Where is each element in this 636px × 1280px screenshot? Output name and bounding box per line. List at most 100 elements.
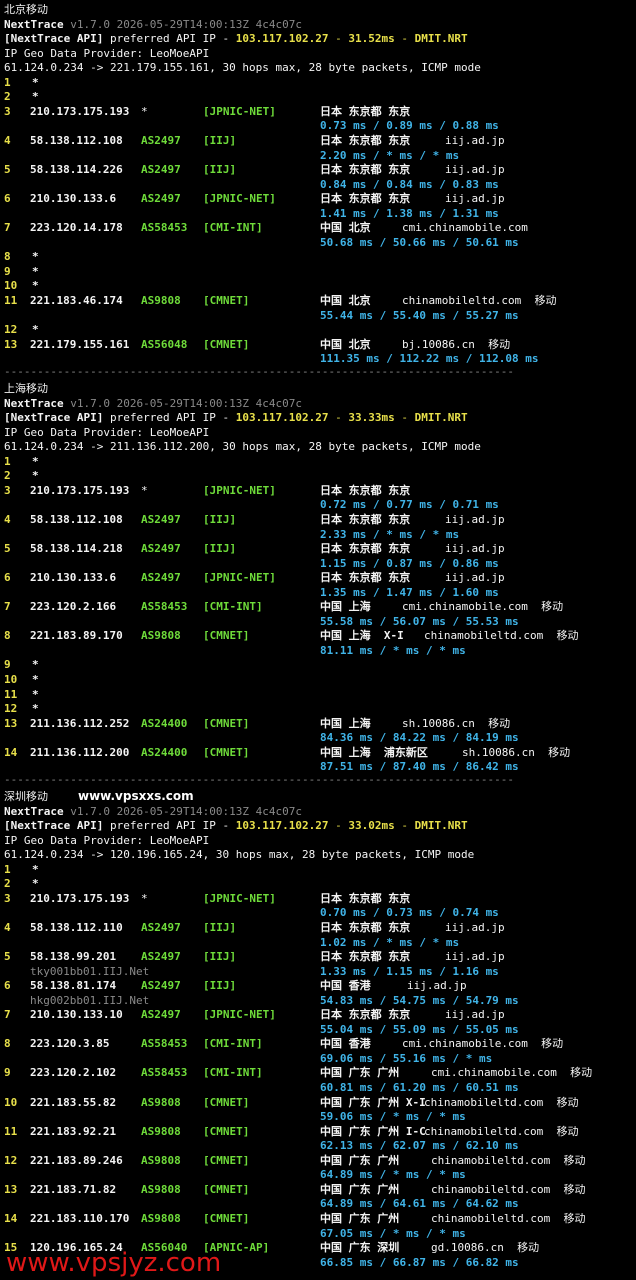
hop-ip: 223.120.3.85 <box>30 1037 110 1051</box>
hop-location: 日本 东京都 东京 <box>320 542 411 556</box>
hop-number: 7 <box>4 1008 11 1022</box>
hop-rtt: 69.06 ms / 55.16 ms / * ms <box>320 1051 493 1065</box>
api-sep: - <box>328 32 349 46</box>
hop-asn: AS2497 <box>141 571 181 585</box>
section-divider: ----------------------------------------… <box>4 773 514 787</box>
hop-timeout: * <box>32 264 39 278</box>
hop-network: [CMI-INT] <box>203 1037 263 1051</box>
api-prefix: [NextTrace API] <box>4 819 104 833</box>
api-line: [NextTrace API] preferred API IP - 103.1… <box>4 411 468 425</box>
hop-location: 日本 东京都 东京 <box>320 891 411 905</box>
hop-domain: sh.10086.cn 移动 <box>402 716 511 730</box>
hop-ip: 210.130.133.10 <box>30 1008 123 1022</box>
hop-number: 12 <box>4 323 18 337</box>
hop-location: 中国 广东 深圳 <box>320 1241 400 1255</box>
hop-location: 中国 广东 广州 <box>320 1211 400 1225</box>
hop-timeout: * <box>32 75 39 89</box>
hop-domain: cmi.chinamobile.com <box>402 221 528 235</box>
nexttrace-label: NextTrace <box>4 17 64 31</box>
api-prefix: [NextTrace API] <box>4 32 104 46</box>
hop-location: 日本 东京都 东京 <box>320 192 411 206</box>
hop-rtt: 2.20 ms / * ms / * ms <box>320 148 460 162</box>
geo-provider-line: IP Geo Data Provider: LeoMoeAPI <box>4 426 209 440</box>
hop-network: [IIJ] <box>203 950 237 964</box>
hop-rtt: 64.89 ms / 64.61 ms / 64.62 ms <box>320 1197 519 1211</box>
hop-asn: AS2497 <box>141 920 181 934</box>
hop-rtt: 84.36 ms / 84.22 ms / 84.19 ms <box>320 731 519 745</box>
geo-provider-line: IP Geo Data Provider: LeoMoeAPI <box>4 47 209 61</box>
divider-dashes: ----------------------------------------… <box>4 364 514 378</box>
hop-asn: AS58453 <box>141 1037 188 1051</box>
hop-asn: AS2497 <box>141 542 181 556</box>
hop-number: 1 <box>4 862 11 876</box>
version-line: NextTrace v1.7.0 2026-05-29T14:00:13Z 4c… <box>4 397 302 411</box>
hop-ip: 210.173.175.193 <box>30 483 130 497</box>
hop-timeout: * <box>32 323 39 337</box>
hop-ip: 221.183.89.246 <box>30 1153 123 1167</box>
hop-number: 10 <box>4 1095 18 1109</box>
hop-domain: chinamobileltd.com 移动 <box>431 1153 586 1167</box>
hop-ip: 221.183.89.170 <box>30 629 123 643</box>
hop-timeout: * <box>32 687 39 701</box>
hop-timeout: * <box>32 673 39 686</box>
api-ip: 103.117.102.27 <box>235 819 329 833</box>
hop-rtt: 55.04 ms / 55.09 ms / 55.05 ms <box>320 1022 519 1036</box>
hop-hostname: hkg002bb01.IIJ.Net <box>30 993 150 1007</box>
hop-network: [IIJ] <box>203 542 237 556</box>
api-latency: 33.02ms <box>348 819 395 833</box>
hop-network: [CMNET] <box>203 716 250 730</box>
api-sep: - <box>328 819 349 833</box>
hop-network: [JPNIC-NET] <box>203 891 276 905</box>
api-line: [NextTrace API] preferred API IP - 103.1… <box>4 32 468 46</box>
hop-hostname: tky001bb01.IIJ.Net <box>30 964 150 978</box>
hop-ip: 210.173.175.193 <box>30 891 130 905</box>
version-text: v1.7.0 2026-05-29T14:00:13Z 4c4c07c <box>63 804 303 818</box>
hop-number: 8 <box>4 629 11 643</box>
hop-network: [CMNET] <box>203 629 250 643</box>
hop-rtt: 59.06 ms / * ms / * ms <box>320 1110 466 1124</box>
hop-number: 12 <box>4 702 18 716</box>
section-title-text: 上海移动 <box>4 382 48 395</box>
hop-rtt: 1.15 ms / 0.87 ms / 0.86 ms <box>320 556 499 570</box>
hop-asn: AS2497 <box>141 163 181 177</box>
api-latency: 33.33ms <box>348 411 395 425</box>
command-line: 61.124.0.234 -> 211.136.112.200, 30 hops… <box>4 440 481 454</box>
version-text: v1.7.0 2026-05-29T14:00:13Z 4c4c07c <box>63 396 303 410</box>
hop-rtt: 62.13 ms / 62.07 ms / 62.10 ms <box>320 1139 519 1153</box>
hop-rtt: 0.72 ms / 0.77 ms / 0.71 ms <box>320 498 499 512</box>
hop-asn: AS56048 <box>141 337 188 351</box>
hop-domain: chinamobileltd.com 移动 <box>424 629 579 643</box>
hop-domain: chinamobileltd.com 移动 <box>431 1211 586 1225</box>
hop-rtt: 0.73 ms / 0.89 ms / 0.88 ms <box>320 119 499 133</box>
section-title: 上海移动 <box>4 382 48 396</box>
hop-number: 11 <box>4 294 18 307</box>
hop-domain: iij.ad.jp <box>445 571 505 585</box>
hop-ip: 211.136.112.252 <box>30 716 130 730</box>
section-title: 深圳移动 www.vpsxxs.com <box>4 789 194 804</box>
hop-network: [IIJ] <box>203 512 237 526</box>
hop-domain: chinamobileltd.com 移动 <box>431 1182 586 1196</box>
hop-rtt: 66.85 ms / 66.87 ms / 66.82 ms <box>320 1255 519 1269</box>
hop-asn: AS58453 <box>141 1066 188 1080</box>
hop-asn: AS9808 <box>141 1182 181 1196</box>
hop-network: [IIJ] <box>203 920 237 934</box>
hop-number: 4 <box>4 133 11 147</box>
hop-ip: 221.183.55.82 <box>30 1095 117 1109</box>
hop-ip: 58.138.99.201 <box>30 950 117 964</box>
hop-number: 9 <box>4 658 11 672</box>
hop-asn: AS58453 <box>141 221 188 235</box>
api-ip: 103.117.102.27 <box>235 411 329 425</box>
api-pop: DMIT.NRT <box>414 32 468 46</box>
hop-number: 8 <box>4 250 11 264</box>
version-line: NextTrace v1.7.0 2026-05-29T14:00:13Z 4c… <box>4 805 302 819</box>
hop-location: 中国 北京 <box>320 294 371 307</box>
hop-rtt: 0.70 ms / 0.73 ms / 0.74 ms <box>320 906 499 920</box>
hop-asn: AS58453 <box>141 600 188 614</box>
api-sep: - <box>394 819 415 833</box>
hop-domain: iij.ad.jp <box>445 950 505 964</box>
hop-location: 中国 上海 <box>320 600 371 614</box>
hop-network: [JPNIC-NET] <box>203 483 276 497</box>
api-sep: - <box>394 411 415 425</box>
hop-rtt: 1.35 ms / 1.47 ms / 1.60 ms <box>320 585 499 599</box>
hop-number: 3 <box>4 891 11 905</box>
